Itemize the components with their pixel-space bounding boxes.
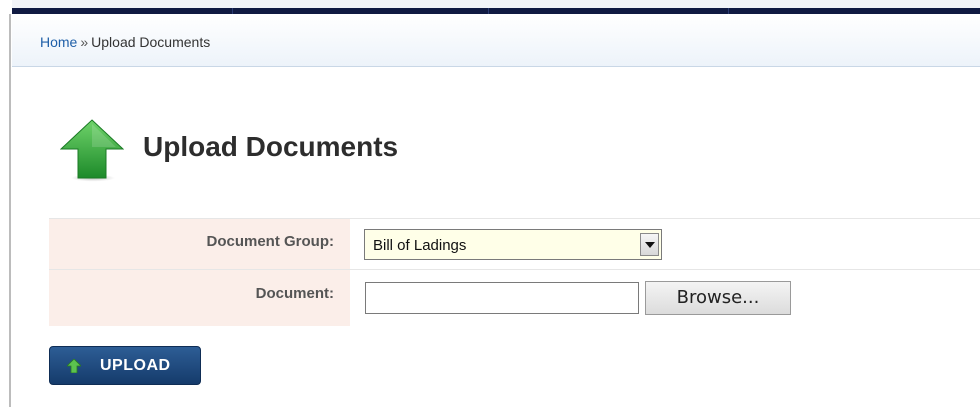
breadcrumb-separator: » (80, 34, 89, 50)
up-arrow-icon (66, 358, 82, 378)
document-file-input[interactable] (365, 282, 639, 314)
document-group-selected-value: Bill of Ladings (373, 237, 467, 254)
document-label: Document: (255, 285, 334, 302)
browse-button[interactable]: Browse... (645, 281, 791, 315)
upload-form: Document Group: Bill of Ladings Document… (49, 218, 980, 326)
document-group-label: Document Group: (206, 233, 335, 250)
top-nav-bar (12, 0, 980, 14)
green-up-arrow-icon (59, 118, 125, 182)
document-group-row: Document Group: Bill of Ladings (49, 218, 980, 270)
document-group-label-cell: Document Group: (49, 219, 350, 269)
breadcrumb-bar: Home» Upload Documents (12, 14, 980, 67)
document-row: Document: Browse... (49, 270, 980, 326)
chevron-down-icon[interactable] (640, 233, 659, 256)
breadcrumb: Home» Upload Documents (40, 34, 210, 50)
left-border (9, 14, 11, 407)
document-label-cell: Document: (49, 270, 350, 326)
breadcrumb-home-link[interactable]: Home (40, 34, 77, 50)
breadcrumb-current: Upload Documents (91, 34, 211, 50)
upload-button[interactable]: UPLOAD (49, 346, 201, 385)
upload-button-label: UPLOAD (100, 357, 171, 374)
page-title: Upload Documents (143, 131, 399, 162)
document-group-select[interactable]: Bill of Ladings (364, 229, 662, 260)
